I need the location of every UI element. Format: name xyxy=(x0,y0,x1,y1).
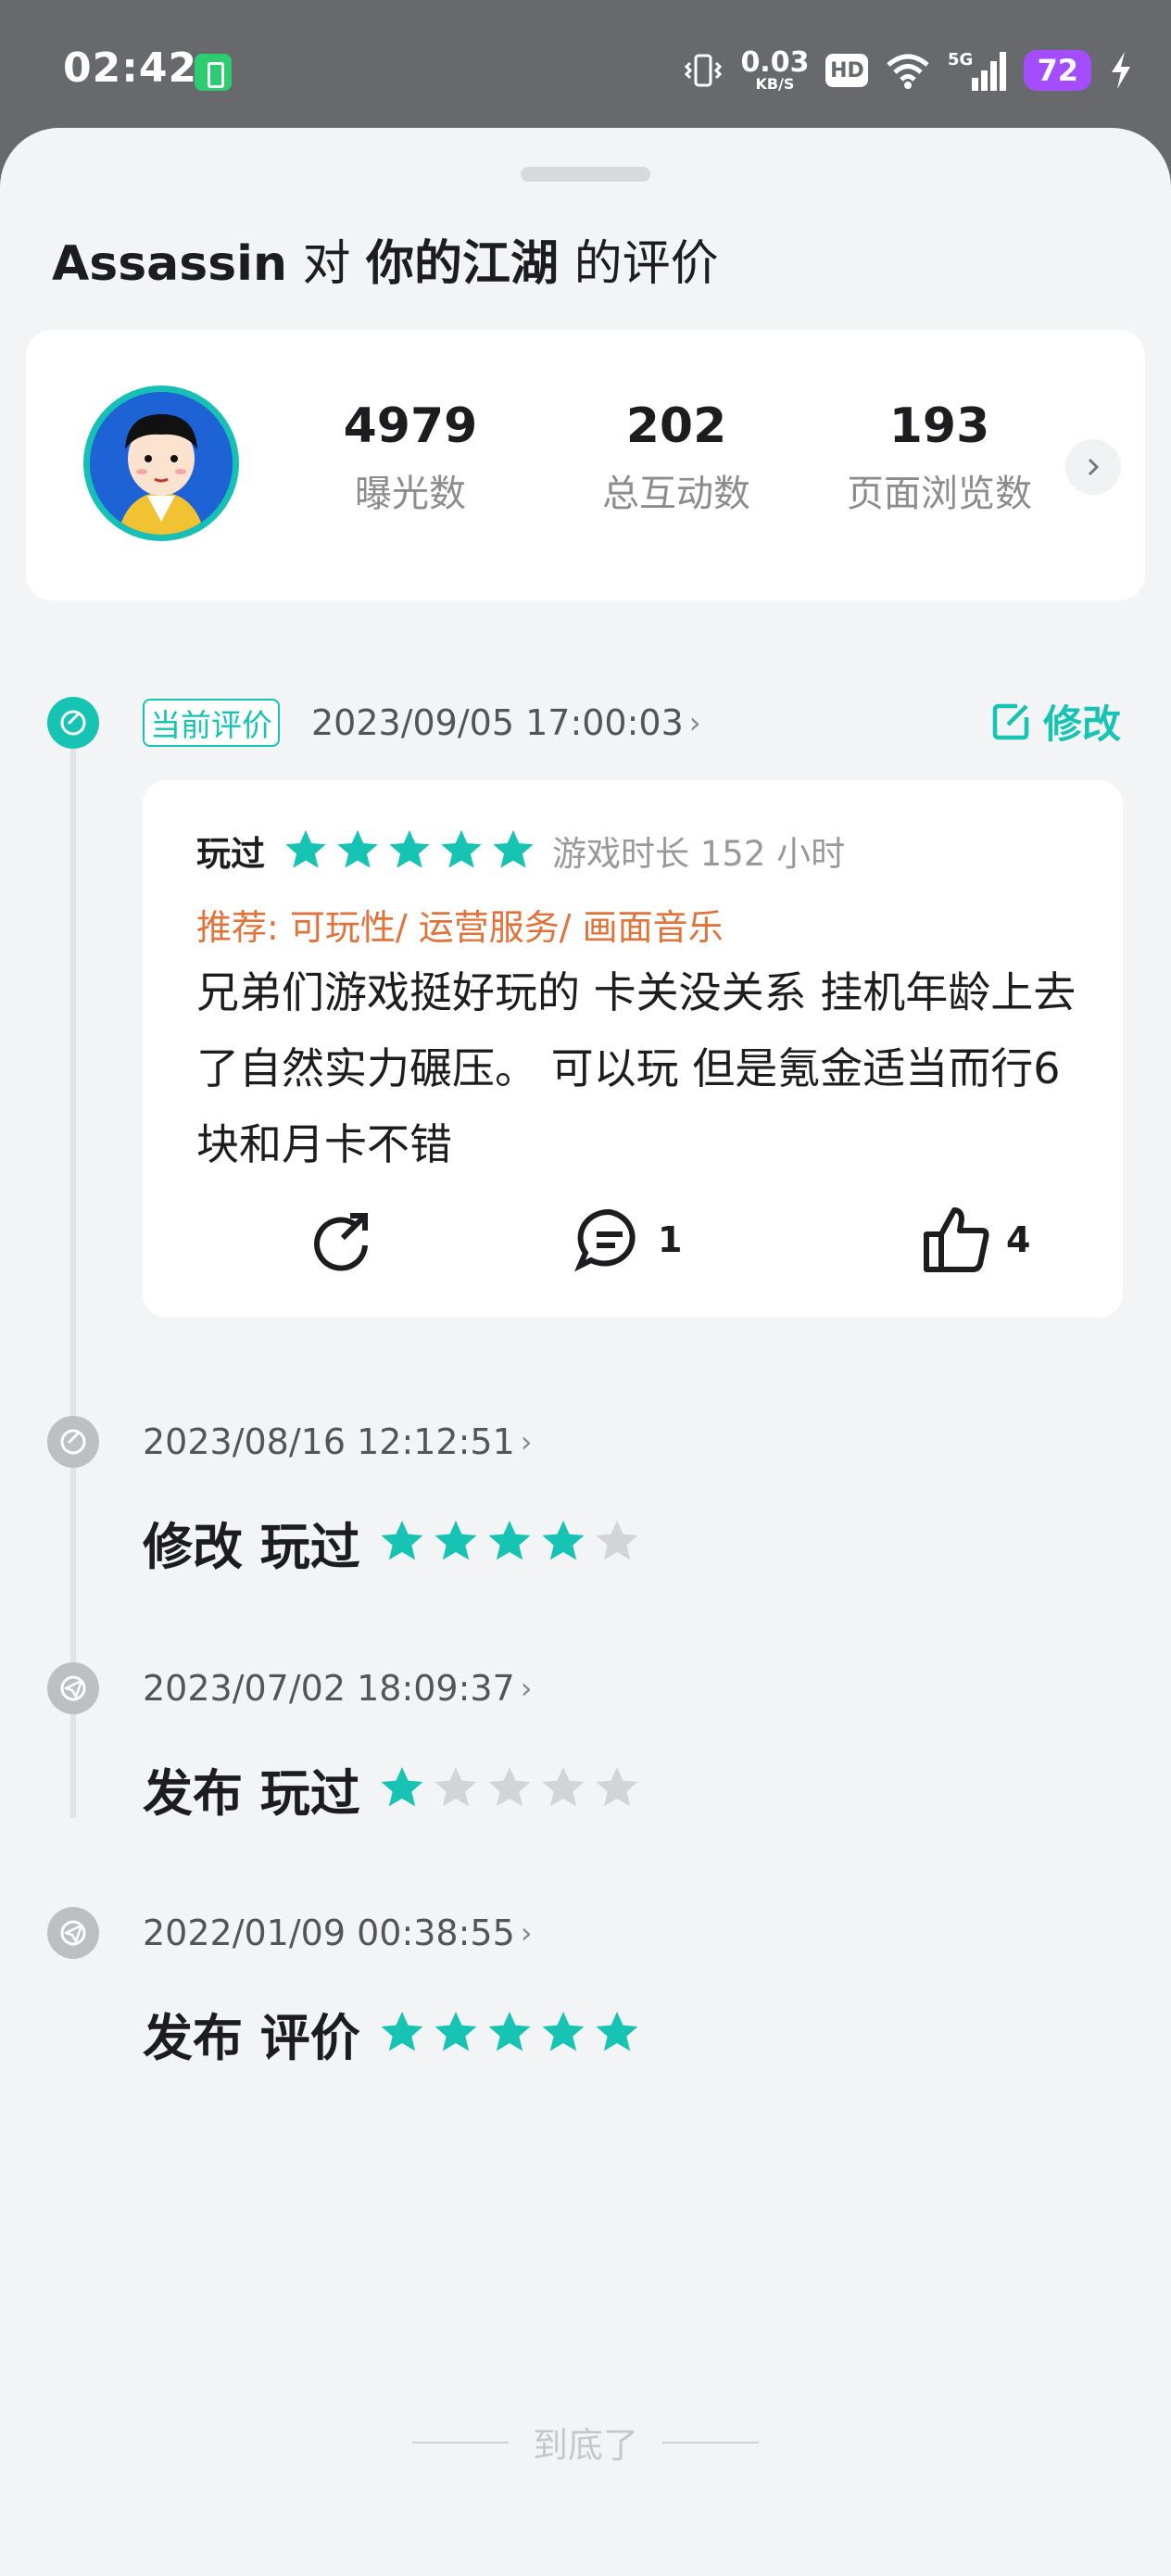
star-empty-icon xyxy=(596,1521,638,1560)
status-bar: 02:42 0.03 KB/S HD 5G 72 xyxy=(0,0,1171,130)
star-empty-icon xyxy=(434,1767,477,1807)
star-filled-icon xyxy=(434,2012,477,2052)
star-filled-icon xyxy=(389,829,430,868)
recommend-tags: 推荐: 可玩性/ 运营服务/ 画面音乐 xyxy=(196,907,724,948)
star-filled-icon xyxy=(337,829,378,868)
current-review-date[interactable]: 2023/09/05 17:00:03 › xyxy=(311,697,701,749)
star-filled-icon xyxy=(488,2012,531,2052)
stat-interactions: 202 总互动数 xyxy=(602,398,750,515)
like-button[interactable]: 4 xyxy=(921,1205,1030,1275)
edit-check-icon xyxy=(47,1416,99,1468)
sheet-drag-handle[interactable] xyxy=(521,167,650,182)
history-date[interactable]: 2023/07/02 18:09:37 › xyxy=(143,1662,533,1714)
history-item: 修改 玩过 xyxy=(143,1505,642,1579)
playtime: 游戏时长 152 小时 xyxy=(552,834,846,874)
rating-stars xyxy=(377,1517,642,1567)
stats-card[interactable]: 4979 曝光数 202 总互动数 193 页面浏览数 xyxy=(26,330,1145,600)
battery-saver-icon xyxy=(195,54,232,91)
stat-page-views: 193 页面浏览数 xyxy=(847,398,1032,515)
star-filled-icon xyxy=(381,1521,423,1560)
star-filled-icon xyxy=(542,2012,585,2052)
paper-plane-icon xyxy=(47,1907,99,1959)
history-item: 发布 玩过 xyxy=(143,1751,642,1825)
thumbs-up-icon xyxy=(924,1207,989,1272)
paper-plane-icon xyxy=(47,1662,99,1714)
star-filled-icon xyxy=(493,829,534,868)
vibrate-icon xyxy=(685,54,723,87)
star-filled-icon xyxy=(488,1521,531,1560)
hd-voice-icon: HD xyxy=(825,54,869,87)
star-filled-icon xyxy=(285,829,326,868)
avatar[interactable] xyxy=(83,385,239,541)
like-count: 4 xyxy=(1006,1219,1031,1260)
comment-count: 1 xyxy=(658,1219,683,1260)
edit-icon xyxy=(992,703,1029,740)
chevron-right-icon: › xyxy=(520,1671,533,1706)
network-type-label: 5G xyxy=(948,50,973,69)
star-filled-icon xyxy=(381,1767,423,1807)
star-filled-icon xyxy=(441,829,482,868)
edit-check-icon xyxy=(47,697,99,749)
star-filled-icon xyxy=(434,1521,477,1560)
star-filled-icon xyxy=(596,2012,638,2052)
rating-stars xyxy=(377,2008,642,2058)
chevron-right-icon: › xyxy=(520,1424,533,1459)
wifi-icon xyxy=(887,54,930,89)
star-empty-icon xyxy=(488,1767,531,1807)
star-empty-icon xyxy=(542,1767,585,1807)
review-history-sheet: Assassin 对 你的江湖 的评价 4979 曝光数 202 总互动数 19… xyxy=(0,128,1171,2576)
chevron-right-icon: › xyxy=(688,705,701,740)
rating-stars xyxy=(282,827,537,875)
current-review-badge: 当前评价 xyxy=(143,699,280,747)
share-icon xyxy=(314,1213,368,1271)
sheet-title: Assassin 对 你的江湖 的评价 xyxy=(52,236,719,292)
review-text: 兄弟们游戏挺好玩的 卡关没关系 挂机年龄上去了自然实力碾压。 可以玩 但是氪金适… xyxy=(196,967,1077,1169)
history-date[interactable]: 2023/08/16 12:12:51 › xyxy=(143,1416,533,1468)
chevron-right-icon[interactable] xyxy=(1065,439,1121,495)
history-item: 发布 评价 xyxy=(143,1996,642,2070)
chevron-right-icon: › xyxy=(520,1915,533,1951)
stat-exposure: 4979 曝光数 xyxy=(343,398,478,515)
timeline-line xyxy=(70,739,76,1818)
edit-review-button[interactable]: 修改 xyxy=(989,693,1121,749)
end-of-list: 到底了 xyxy=(0,2417,1171,2468)
battery-level: 72 xyxy=(1024,50,1091,91)
star-empty-icon xyxy=(596,1767,638,1807)
comment-icon xyxy=(574,1208,636,1272)
charging-icon xyxy=(1112,52,1130,89)
rating-stars xyxy=(377,1763,642,1813)
cellular-signal-icon: 5G xyxy=(948,50,1007,91)
star-filled-icon xyxy=(542,1521,585,1560)
comment-button[interactable]: 1 xyxy=(574,1205,682,1275)
network-speed: 0.03 KB/S xyxy=(740,46,810,93)
star-filled-icon xyxy=(381,2012,423,2052)
share-button[interactable] xyxy=(306,1205,376,1275)
played-label: 玩过 xyxy=(196,834,265,874)
avatar-cartoon-image xyxy=(90,392,233,535)
history-date[interactable]: 2022/01/09 00:38:55 › xyxy=(143,1907,533,1959)
status-time: 02:42 xyxy=(63,44,198,92)
